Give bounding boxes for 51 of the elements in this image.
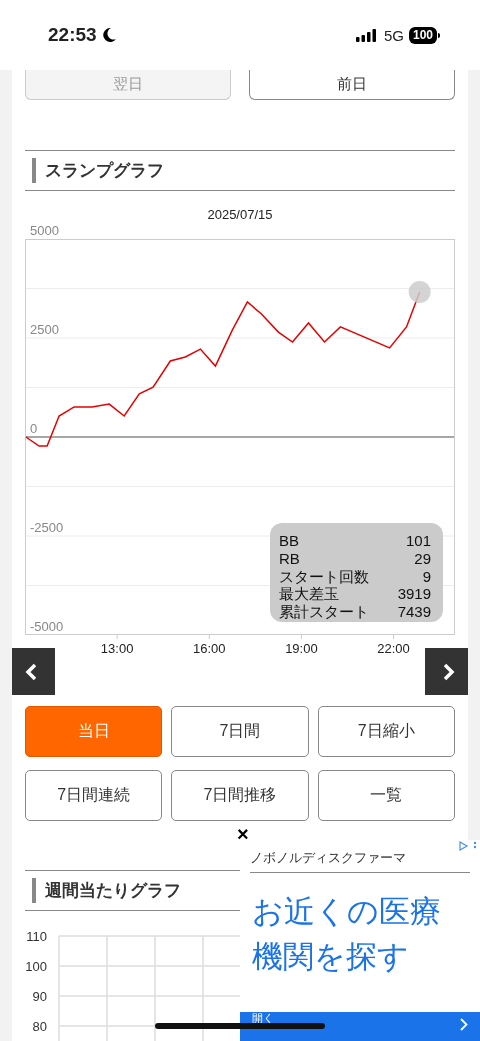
mode-button[interactable]: 7日間推移 xyxy=(171,770,309,821)
stat-value: 3919 xyxy=(397,586,431,605)
x-axis-label: 19:00 xyxy=(285,641,318,656)
stat-value: 7439 xyxy=(397,604,431,622)
network-type: 5G xyxy=(383,26,404,44)
clock-time: 22:53 xyxy=(48,24,97,46)
chevron-left-icon xyxy=(25,662,37,681)
stat-label: BB xyxy=(279,533,300,551)
ad-choices-icon[interactable] xyxy=(459,841,477,851)
stat-value: 29 xyxy=(413,550,431,569)
ad-banner[interactable]: ノボノルディスクファーマ お近くの医療機関を探す 開く xyxy=(240,840,480,1041)
chevron-right-icon xyxy=(460,1018,468,1031)
day-button[interactable]: 前日 xyxy=(249,70,455,100)
y-axis-label: 110 xyxy=(26,929,47,944)
signal-icon xyxy=(355,28,376,42)
y-axis-label: 5000 xyxy=(30,225,59,238)
section-title: スランプグラフ xyxy=(45,160,164,182)
stat-value: 101 xyxy=(404,533,431,551)
chevron-right-icon xyxy=(443,662,455,681)
mode-button[interactable]: 7日縮小 xyxy=(317,706,455,757)
section-title: 週間当たりグラフ xyxy=(45,880,181,902)
stat-label: 累計スタート xyxy=(279,604,370,622)
open-button[interactable]: 開く xyxy=(240,1012,480,1041)
chart-date: 2025/07/15 xyxy=(206,207,274,223)
y-axis-label: 90 xyxy=(32,989,47,1004)
y-axis-label: -5000 xyxy=(30,619,64,634)
mode-button[interactable]: 一覧 xyxy=(317,770,455,821)
x-axis-label: 16:00 xyxy=(193,641,226,656)
stat-value: 9 xyxy=(421,568,431,587)
y-axis-label: 100 xyxy=(25,959,47,974)
mode-button[interactable]: 7日間 xyxy=(171,706,309,757)
y-axis-label: -2500 xyxy=(30,520,64,535)
mode-button[interactable]: 7日間連続 xyxy=(25,770,163,821)
next-button[interactable] xyxy=(425,648,468,695)
stat-label: RB xyxy=(279,550,301,569)
advertiser-name: ノボノルディスクファーマ xyxy=(250,849,470,873)
heading-marker xyxy=(32,878,36,903)
y-axis-label: 0 xyxy=(30,421,38,436)
x-axis-label: 22:00 xyxy=(377,641,410,656)
y-axis-label: 2500 xyxy=(30,322,59,337)
stat-label: スタート回数 xyxy=(279,568,370,586)
moon-icon xyxy=(101,27,116,43)
stat-label: 最大差玉 xyxy=(279,586,340,604)
battery-level: 100 xyxy=(408,26,437,44)
x-axis-label: 13:00 xyxy=(100,641,134,656)
point-marker xyxy=(408,281,431,304)
ad-headline: お近くの医療機関を探す xyxy=(252,893,442,976)
y-axis-label: 80 xyxy=(32,1019,47,1034)
close-button[interactable]: × xyxy=(237,827,249,841)
heading-marker xyxy=(32,158,36,183)
previous-button[interactable] xyxy=(12,648,55,695)
